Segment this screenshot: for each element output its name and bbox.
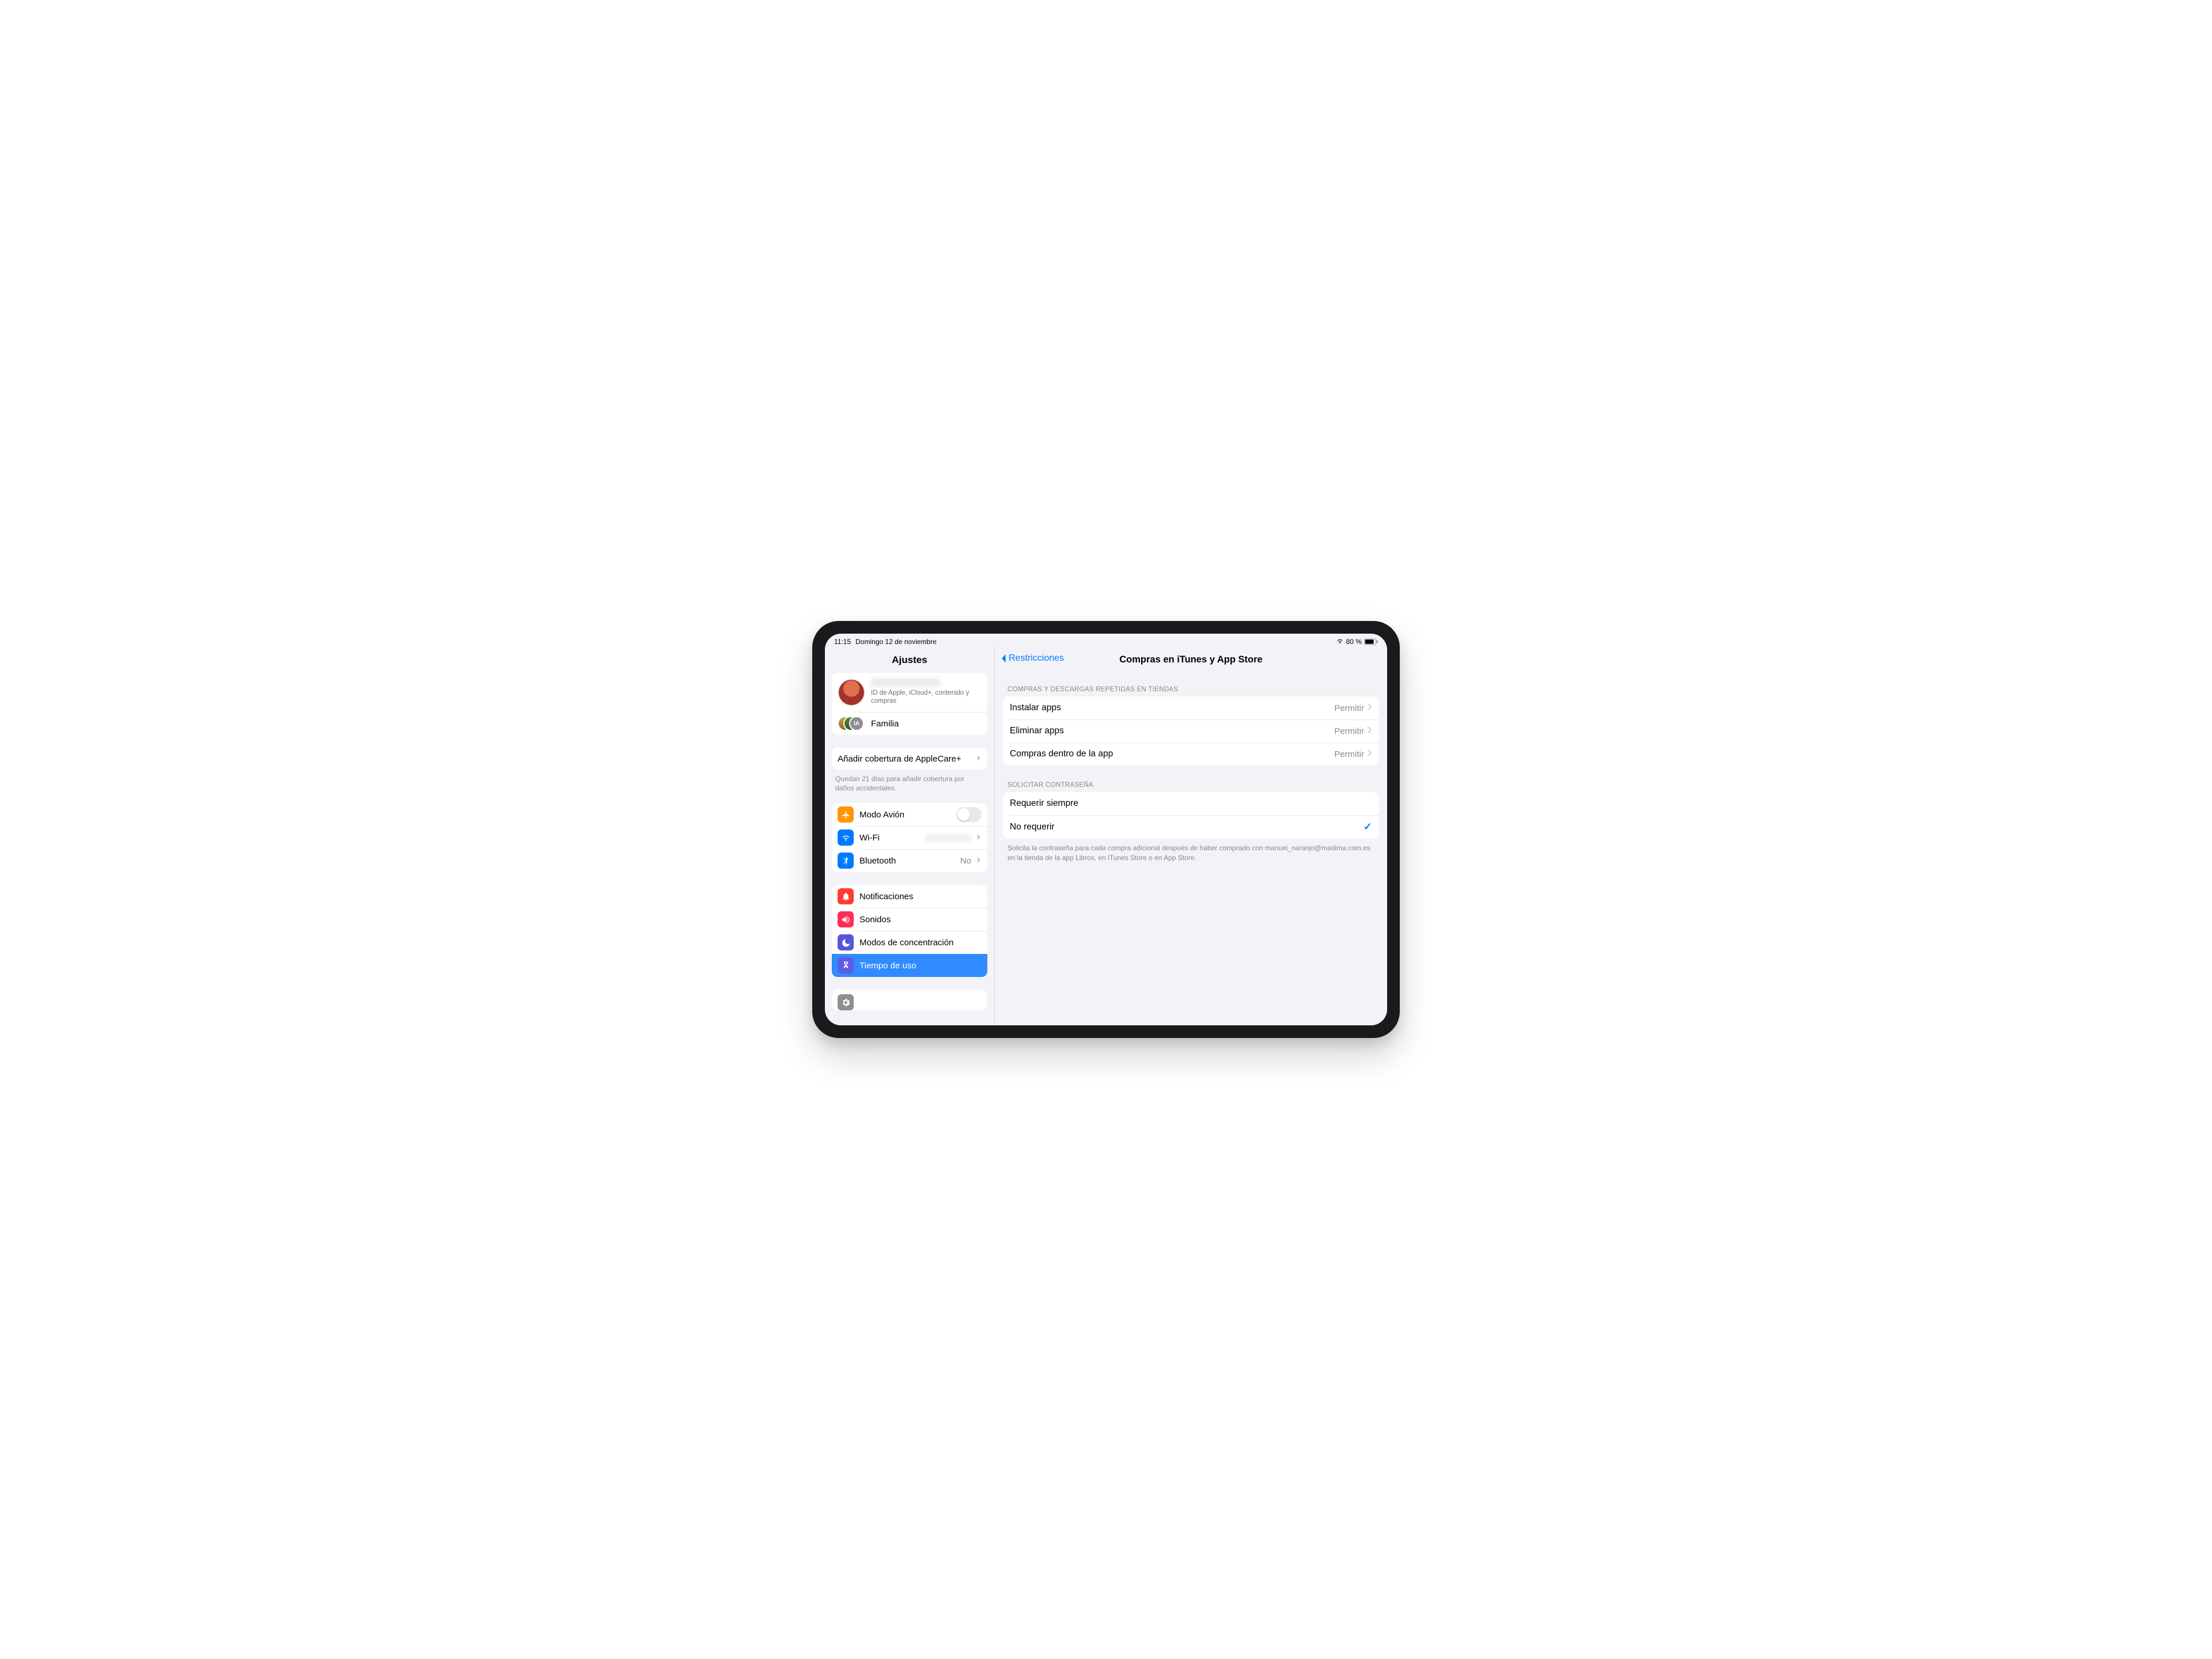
- require-always-row[interactable]: Requerir siempre: [1003, 792, 1379, 815]
- moon-icon: [838, 934, 854, 950]
- family-label: Familia: [871, 719, 982, 729]
- notifications-label: Notificaciones: [859, 892, 982, 902]
- settings-sidebar: Ajustes ID de Apple, iCloud+, contenido …: [825, 646, 995, 1025]
- notifications-row[interactable]: Notificaciones: [832, 885, 987, 908]
- chevron-right-icon: [977, 754, 982, 763]
- screentime-row[interactable]: Tiempo de uso: [832, 954, 987, 977]
- checkmark-icon: ✓: [1363, 821, 1372, 833]
- require-always-label: Requerir siempre: [1010, 798, 1372, 809]
- detail-pane: Restricciones Compras en iTunes y App St…: [995, 646, 1387, 1025]
- apple-id-row[interactable]: ID de Apple, iCloud+, contenido y compra…: [832, 673, 987, 712]
- bluetooth-value: No: [960, 856, 971, 866]
- applecare-label: Añadir cobertura de AppleCare+: [838, 754, 971, 764]
- chevron-right-icon: [1368, 726, 1372, 736]
- install-apps-row[interactable]: Instalar apps Permitir: [1003, 696, 1379, 719]
- airplane-icon: [838, 806, 854, 823]
- wifi-settings-icon: [838, 830, 854, 846]
- connectivity-group: Modo Avión Wi-Fi: [832, 803, 987, 872]
- bluetooth-icon: [838, 853, 854, 869]
- chevron-right-icon: [1368, 749, 1372, 759]
- redacted-name: [871, 679, 940, 687]
- chevron-right-icon: [1368, 703, 1372, 713]
- family-avatars: IA: [838, 715, 865, 732]
- system-group: Notificaciones Sonidos Mod: [832, 885, 987, 977]
- status-date: Domingo 12 de noviembre: [855, 638, 937, 646]
- gear-icon: [838, 994, 854, 1010]
- applecare-row[interactable]: Añadir cobertura de AppleCare+: [832, 748, 987, 770]
- general-group-partial: [832, 990, 987, 1010]
- sounds-row[interactable]: Sonidos: [832, 908, 987, 931]
- airplane-toggle[interactable]: [956, 807, 982, 822]
- delete-apps-value: Permitir: [1334, 726, 1364, 736]
- section-header-store: COMPRAS Y DESCARGAS REPETIDAS EN TIENDAS: [1003, 680, 1379, 696]
- install-apps-label: Instalar apps: [1010, 703, 1334, 713]
- speaker-icon: [838, 911, 854, 927]
- chevron-right-icon: [977, 856, 982, 865]
- bell-icon: [838, 888, 854, 904]
- battery-icon: [1364, 638, 1378, 645]
- screen: 11:15 Domingo 12 de noviembre 80 % Ajust…: [825, 634, 1387, 1025]
- password-group: Requerir siempre No requerir ✓: [1003, 792, 1379, 839]
- store-purchases-group: Instalar apps Permitir Eliminar apps Per…: [1003, 696, 1379, 766]
- redacted-wifi-value: [925, 834, 971, 841]
- status-bar: 11:15 Domingo 12 de noviembre 80 %: [825, 634, 1387, 646]
- install-apps-value: Permitir: [1334, 703, 1364, 713]
- detail-header: Restricciones Compras en iTunes y App St…: [995, 646, 1387, 673]
- apple-id-subtitle: ID de Apple, iCloud+, contenido y compra…: [871, 689, 982, 706]
- hourglass-icon: [838, 957, 854, 974]
- general-row-partial[interactable]: [832, 990, 987, 1010]
- focus-label: Modos de concentración: [859, 938, 982, 948]
- avatar: [838, 679, 865, 706]
- inapp-purchases-value: Permitir: [1334, 749, 1364, 759]
- airplane-row[interactable]: Modo Avión: [832, 803, 987, 826]
- ipad-device-frame: 11:15 Domingo 12 de noviembre 80 % Ajust…: [812, 621, 1400, 1038]
- status-time: 11:15: [834, 638, 851, 646]
- sidebar-title: Ajustes: [825, 646, 994, 673]
- back-label: Restricciones: [1009, 653, 1064, 664]
- airplane-label: Modo Avión: [859, 810, 950, 820]
- inapp-purchases-label: Compras dentro de la app: [1010, 749, 1334, 759]
- status-battery-pct: 80 %: [1346, 638, 1362, 646]
- chevron-right-icon: [977, 833, 982, 842]
- inapp-purchases-row[interactable]: Compras dentro de la app Permitir: [1003, 743, 1379, 766]
- sounds-label: Sonidos: [859, 915, 982, 925]
- delete-apps-label: Eliminar apps: [1010, 726, 1334, 736]
- focus-row[interactable]: Modos de concentración: [832, 931, 987, 954]
- require-never-label: No requerir: [1010, 822, 1363, 832]
- applecare-group: Añadir cobertura de AppleCare+: [832, 748, 987, 770]
- applecare-note: Quedan 21 días para añadir cobertura por…: [832, 774, 987, 803]
- wifi-icon: [1336, 637, 1344, 647]
- account-group: ID de Apple, iCloud+, contenido y compra…: [832, 673, 987, 735]
- wifi-label: Wi-Fi: [859, 833, 919, 843]
- screentime-label: Tiempo de uso: [859, 961, 982, 971]
- back-button[interactable]: Restricciones: [999, 653, 1064, 664]
- password-footer: Solicita la contraseña para cada compra …: [1003, 839, 1379, 863]
- require-never-row[interactable]: No requerir ✓: [1003, 815, 1379, 839]
- delete-apps-row[interactable]: Eliminar apps Permitir: [1003, 719, 1379, 743]
- bluetooth-row[interactable]: Bluetooth No: [832, 849, 987, 872]
- wifi-row[interactable]: Wi-Fi: [832, 826, 987, 849]
- section-header-password: SOLICITAR CONTRASEÑA: [1003, 776, 1379, 792]
- bluetooth-label: Bluetooth: [859, 856, 955, 866]
- family-row[interactable]: IA Familia: [832, 712, 987, 735]
